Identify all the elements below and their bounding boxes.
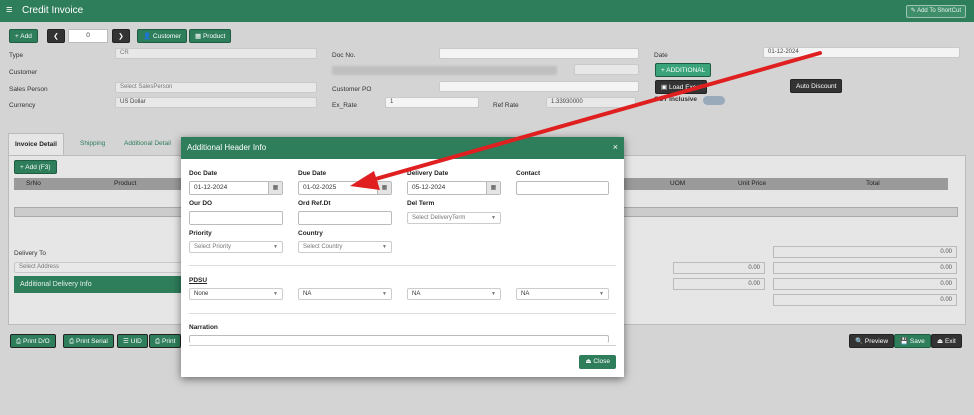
annotation-arrow-icon xyxy=(350,51,822,190)
